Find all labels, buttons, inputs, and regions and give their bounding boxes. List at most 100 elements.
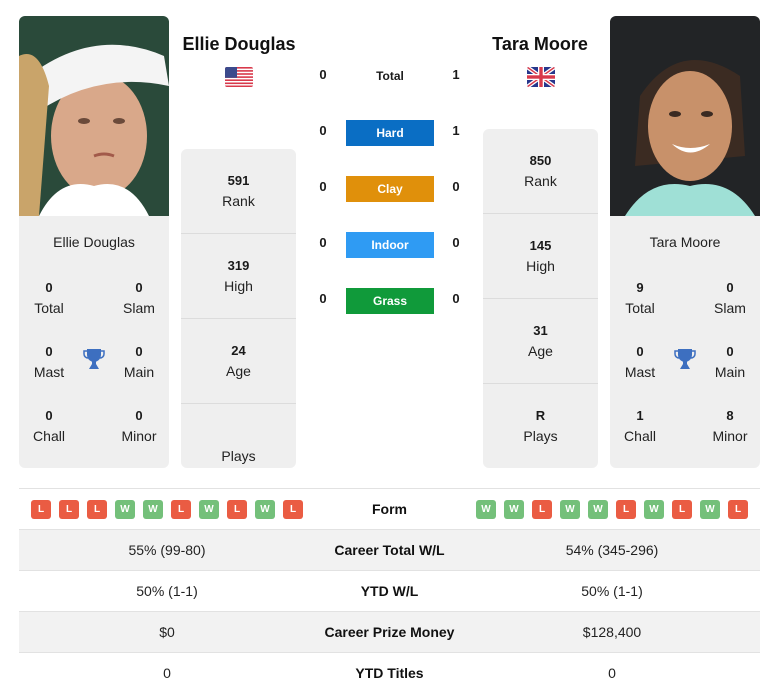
titles-mast: 0 Mast [19,342,79,382]
form-win-badge[interactable]: W [504,500,524,519]
h2h-hard-right: 1 [452,123,460,138]
surface-indoor-badge[interactable]: Indoor [346,232,434,258]
info-plays: Plays [181,403,296,488]
info-plays: R Plays [483,383,598,468]
form-loss-badge[interactable]: L [728,500,748,519]
h2h-indoor-left: 0 [319,235,327,250]
row-label: YTD Titles [355,665,424,681]
stat-value: 0 [135,408,143,423]
info-value: 850 [529,153,552,168]
stat-label: Slam [714,300,746,316]
stat-value: 0 [726,280,734,295]
table-row: $0 Career Prize Money $128,400 [19,612,760,653]
player-name-heading-left[interactable]: Ellie Douglas [164,34,314,55]
info-label: Plays [221,448,256,464]
player-photo-image [610,16,760,216]
stat-value: 1 [636,408,644,423]
form-badges-left: LLLWWLWLWL [31,500,303,519]
form-win-badge[interactable]: W [143,500,163,519]
info-rank: 850 Rank [483,129,598,214]
titles-total: 9 Total [610,278,670,318]
titles-main: 0 Main [700,342,760,382]
row-value-right: 0 [608,665,616,681]
titles-slam: 0 Slam [109,278,169,318]
row-value-left: 55% (99-80) [128,542,206,558]
row-value-left: $0 [159,624,175,640]
comparison-table: LLLWWLWLWL Form WWLWWLWLWL 55% (99-80) C… [19,488,760,694]
stat-label: Total [625,300,655,316]
table-row: 55% (99-80) Career Total W/L 54% (345-29… [19,530,760,571]
h2h-grass-right: 0 [452,291,460,306]
info-high: 145 High [483,213,598,298]
form-loss-badge[interactable]: L [59,500,79,519]
form-win-badge[interactable]: W [700,500,720,519]
stat-value: 0 [45,280,53,295]
form-loss-badge[interactable]: L [87,500,107,519]
form-loss-badge[interactable]: L [532,500,552,519]
player-name[interactable]: Ellie Douglas [19,234,169,250]
h2h-total-label: Total [376,69,404,83]
row-label: Career Prize Money [324,624,455,640]
info-card-right: 850 Rank 145 High 31 Age R Plays [483,129,598,468]
row-value-right: $128,400 [582,624,642,640]
form-loss-badge[interactable]: L [171,500,191,519]
form-win-badge[interactable]: W [115,500,135,519]
titles-minor: 0 Minor [109,406,169,446]
row-label: Form [372,501,407,517]
stat-label: Main [714,364,746,380]
surface-hard-badge[interactable]: Hard [346,120,434,146]
titles-slam: 0 Slam [700,278,760,318]
player-name-heading-right[interactable]: Tara Moore [465,34,615,55]
titles-card-right: Tara Moore 9 Total 0 Slam 0 Mast 0 Main 1 Cha… [610,216,760,468]
player-name[interactable]: Tara Moore [610,234,760,250]
stat-value: 0 [135,344,143,359]
form-win-badge[interactable]: W [588,500,608,519]
stat-value: 0 [45,344,53,359]
info-label: Age [226,363,251,379]
stat-label: Minor [712,428,748,444]
info-value: 145 [529,238,552,253]
player-photo-left[interactable] [19,16,169,216]
info-value: 31 [533,323,548,338]
player-photo-right[interactable] [610,16,760,216]
titles-chall: 0 Chall [19,406,79,446]
form-win-badge[interactable]: W [644,500,664,519]
trophy-icon [673,347,697,371]
table-row: 50% (1-1) YTD W/L 50% (1-1) [19,571,760,612]
info-value: 591 [227,173,250,188]
stat-value: 0 [726,344,734,359]
titles-card-left: Ellie Douglas 0 Total 0 Slam 0 Mast 0 Main 0… [19,216,169,468]
info-label: Rank [524,173,557,189]
form-loss-badge[interactable]: L [616,500,636,519]
table-row: 0 YTD Titles 0 [19,653,760,694]
form-loss-badge[interactable]: L [283,500,303,519]
titles-chall: 1 Chall [610,406,670,446]
form-win-badge[interactable]: W [255,500,275,519]
uk-flag-icon [527,67,555,87]
player-photo-image [19,16,169,216]
info-age: 31 Age [483,298,598,383]
form-win-badge[interactable]: W [199,500,219,519]
info-card-left: 591 Rank 319 High 24 Age Plays [181,149,296,468]
row-value-left: 50% (1-1) [136,583,198,599]
form-loss-badge[interactable]: L [227,500,247,519]
form-loss-badge[interactable]: L [31,500,51,519]
h2h-clay-right: 0 [452,179,460,194]
surface-grass-badge[interactable]: Grass [346,288,434,314]
trophy-icon [82,347,106,371]
titles-main: 0 Main [109,342,169,382]
h2h-hard-left: 0 [319,123,327,138]
form-loss-badge[interactable]: L [672,500,692,519]
stat-label: Minor [121,428,157,444]
h2h-indoor-right: 0 [452,235,460,250]
row-label: YTD W/L [360,583,419,599]
surface-clay-badge[interactable]: Clay [346,176,434,202]
info-value [181,426,296,446]
form-badges-right: WWLWWLWLWL [476,500,748,519]
stat-value: 0 [636,344,644,359]
form-win-badge[interactable]: W [560,500,580,519]
form-win-badge[interactable]: W [476,500,496,519]
h2h-clay-left: 0 [319,179,327,194]
info-label: Age [528,343,553,359]
h2h-total-right: 1 [452,67,460,82]
